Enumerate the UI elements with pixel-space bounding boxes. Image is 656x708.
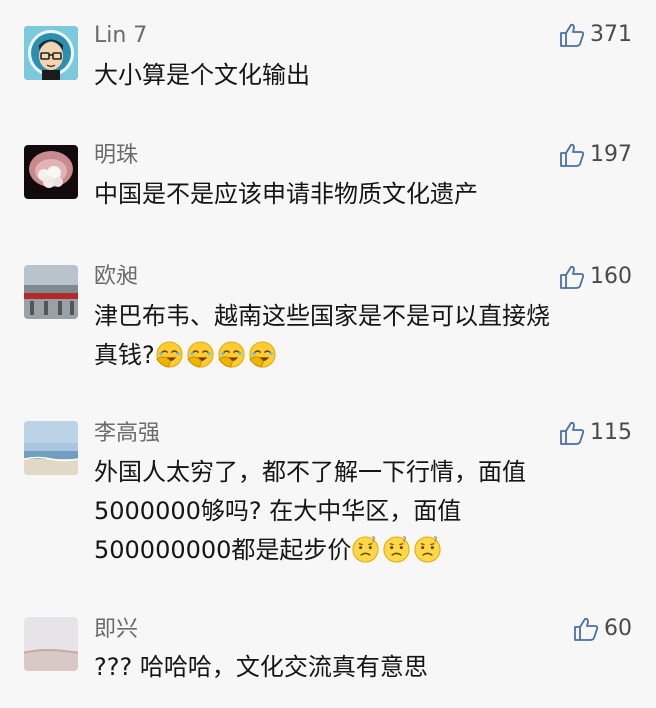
comment-text-content: 外国人太穷了，都不了解一下行情，面值 5000000够吗? 在大中华区，面值 5… xyxy=(94,458,526,564)
comment-text: 外国人太穷了，都不了解一下行情，面值 5000000够吗? 在大中华区，面值 5… xyxy=(94,453,634,570)
svg-text:?: ? xyxy=(403,536,407,545)
commenter-name[interactable]: 明珠 xyxy=(94,142,138,170)
confused-emoji-icon: ? xyxy=(382,535,411,564)
commenter-name[interactable]: 李高强 xyxy=(94,420,160,448)
beach-photo-avatar[interactable] xyxy=(24,421,78,475)
like-count: 197 xyxy=(590,142,632,167)
facepalm-laugh-emoji-icon xyxy=(217,340,246,369)
like-count: 160 xyxy=(590,264,632,289)
svg-text:?: ? xyxy=(434,536,438,545)
thumbs-up-icon xyxy=(558,419,586,447)
commenter-name[interactable]: 欧昶 xyxy=(94,263,138,291)
like-button[interactable]: 160 xyxy=(558,262,632,292)
comment-text-content: 大小算是个文化输出 xyxy=(94,61,310,89)
comment-text: 中国是不是应该申请非物质文化遗产 xyxy=(94,175,634,214)
pearl-in-shell-avatar[interactable] xyxy=(24,145,78,199)
emoji-row: ??? xyxy=(351,536,444,564)
confused-emoji-icon: ? xyxy=(351,535,380,564)
svg-text:?: ? xyxy=(372,536,376,545)
like-button[interactable]: 60 xyxy=(572,614,632,644)
comment-text-content: ??? 哈哈哈，文化交流真有意思 xyxy=(94,653,428,681)
like-count: 115 xyxy=(590,420,632,445)
thumbs-up-icon xyxy=(572,615,600,643)
commenter-name[interactable]: Lin 7 xyxy=(94,22,147,50)
facepalm-laugh-emoji-icon xyxy=(186,340,215,369)
comment-text: 大小算是个文化输出 xyxy=(94,56,634,95)
like-count: 371 xyxy=(590,22,632,47)
commenter-name[interactable]: 即兴 xyxy=(94,616,138,644)
pale-landscape-avatar[interactable] xyxy=(24,617,78,671)
like-button[interactable]: 197 xyxy=(558,140,632,170)
thumbs-up-icon xyxy=(558,21,586,49)
comment-text-content: 中国是不是应该申请非物质文化遗产 xyxy=(94,180,478,208)
cartoon-man-glasses-avatar[interactable] xyxy=(24,26,78,80)
like-button[interactable]: 371 xyxy=(558,20,632,50)
like-button[interactable]: 115 xyxy=(558,418,632,448)
thumbs-up-icon xyxy=(558,141,586,169)
facepalm-laugh-emoji-icon xyxy=(248,340,277,369)
facepalm-laugh-emoji-icon xyxy=(155,340,184,369)
building-photo-avatar[interactable] xyxy=(24,265,78,319)
confused-emoji-icon: ? xyxy=(413,535,442,564)
like-count: 60 xyxy=(604,616,632,641)
emoji-row xyxy=(155,341,279,369)
thumbs-up-icon xyxy=(558,263,586,291)
comment-text: ??? 哈哈哈，文化交流真有意思 xyxy=(94,648,634,687)
comment-text: 津巴布韦、越南这些国家是不是可以直接烧 真钱? xyxy=(94,297,634,375)
